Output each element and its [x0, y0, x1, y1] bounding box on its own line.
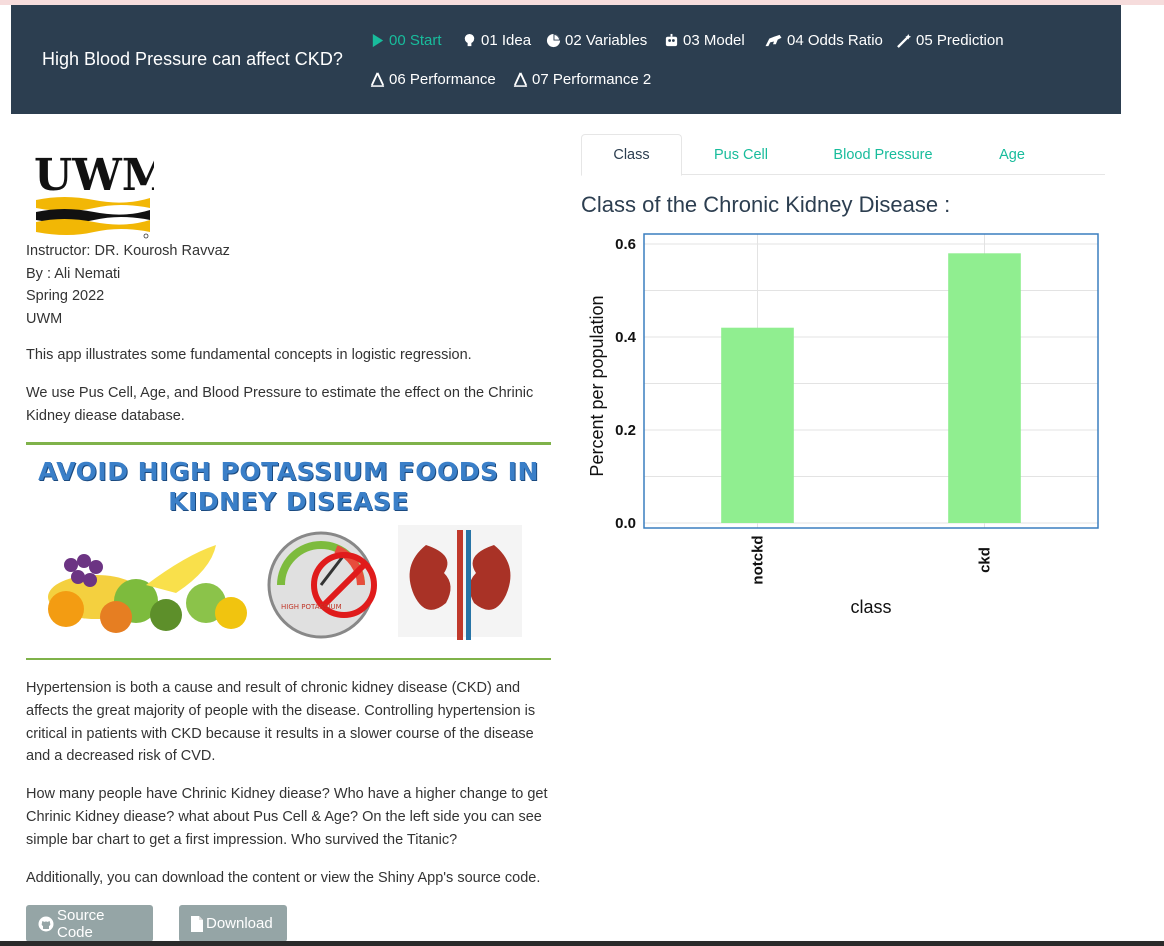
x-axis-label: class	[850, 597, 891, 617]
download-button[interactable]: Download	[179, 905, 287, 942]
additional-paragraph: Additionally, you can download the conte…	[26, 870, 541, 886]
tab-label: 02 Variables	[565, 32, 648, 49]
tab-label: 00 Start	[389, 32, 442, 49]
term-text: Spring 2022	[26, 288, 105, 304]
usage-paragraph: We use Pus Cell, Age, and Blood Pressure…	[26, 385, 534, 424]
banner-title: AVOID HIGH POTASSIUM FOODS IN KIDNEY DIS…	[38, 457, 539, 516]
tab-label: 04 Odds Ratio	[787, 32, 883, 49]
chart-grid	[644, 234, 1098, 528]
drafting-compass-icon	[513, 72, 528, 87]
class-bar-chart: 0.0 0.2 0.4 0.6 notckd ckd Percent per popul…	[587, 233, 1099, 617]
gauge-label: HIGH POTASSIUM	[281, 603, 342, 611]
questions-paragraph: How many people have Chrinic Kidney diea…	[26, 786, 548, 848]
drafting-compass-icon	[370, 72, 385, 87]
page-bottom-bar	[0, 941, 1164, 946]
plot-frame	[643, 233, 1099, 529]
y-tick-label: 0.6	[615, 236, 636, 253]
author-info: Instructor: DR. Kourosh Ravvaz By : Ali …	[26, 240, 230, 330]
tab-label: 03 Model	[683, 32, 745, 49]
github-icon	[38, 916, 54, 932]
tab-blood-pressure[interactable]: Blood Pressure	[800, 134, 966, 175]
source-code-button[interactable]: Source Code	[26, 905, 153, 942]
tab-label: 07 Performance 2	[532, 71, 652, 88]
tab-01-idea[interactable]: 01 Idea	[462, 32, 531, 49]
lightbulb-icon	[462, 33, 477, 48]
potassium-banner-image: AVOID HIGH POTASSIUM FOODS IN KIDNEY DIS…	[26, 442, 551, 660]
pie-chart-icon	[546, 33, 561, 48]
chart-heading: Class of the Chronic Kidney Disease :	[581, 192, 951, 217]
robot-icon	[664, 33, 679, 48]
logo-text: UWM	[34, 150, 154, 201]
tab-pus-cell[interactable]: Pus Cell	[682, 134, 800, 175]
tab-04-odds-ratio[interactable]: 04 Odds Ratio	[764, 32, 883, 49]
banner-illustration: HIGH POTASSIUM	[48, 525, 522, 640]
x-tick-label-notckd: notckd	[750, 535, 767, 584]
file-icon	[191, 915, 203, 932]
x-tick-labels: notckd ckd	[750, 535, 994, 584]
tab-class[interactable]: Class	[581, 134, 682, 176]
uwm-logo: UWM	[34, 150, 171, 240]
y-tick-labels: 0.0 0.2 0.4 0.6	[615, 236, 637, 532]
chart-bars	[721, 253, 1021, 524]
chart-tabs: Class Pus Cell Blood Pressure Age	[581, 134, 1105, 176]
y-tick-label: 0.0	[615, 515, 636, 532]
tab-00-start[interactable]: 00 Start	[370, 32, 442, 49]
horse-icon	[764, 33, 783, 48]
instructor-text: Instructor: DR. Kourosh Ravvaz	[26, 243, 230, 259]
intro-paragraph: This app illustrates some fundamental co…	[26, 347, 472, 363]
bar-notckd	[721, 327, 794, 523]
tab-03-model[interactable]: 03 Model	[664, 32, 745, 49]
y-axis-label: Percent per population	[587, 295, 607, 476]
x-tick-label-ckd: ckd	[977, 547, 994, 573]
tab-age[interactable]: Age	[966, 134, 1058, 175]
source-code-label: Source Code	[57, 906, 105, 941]
author-text: By : Ali Nemati	[26, 265, 121, 282]
navbar: High Blood Pressure can affect CKD? 00 S…	[11, 5, 1121, 114]
tab-label: 05 Prediction	[916, 32, 1004, 49]
app-title: High Blood Pressure can affect CKD?	[42, 49, 343, 69]
tab-05-prediction[interactable]: 05 Prediction	[897, 32, 1004, 49]
tab-label: 01 Idea	[481, 32, 532, 49]
magic-wand-icon	[897, 33, 912, 48]
y-tick-label: 0.4	[615, 329, 637, 346]
bar-ckd	[948, 253, 1021, 524]
tab-02-variables[interactable]: 02 Variables	[546, 32, 647, 49]
tab-06-performance[interactable]: 06 Performance	[370, 71, 496, 88]
download-label: Download	[206, 915, 273, 932]
tab-07-performance-2[interactable]: 07 Performance 2	[513, 71, 651, 88]
play-icon	[370, 33, 385, 48]
school-text: UWM	[26, 310, 63, 327]
tab-label: 06 Performance	[389, 71, 496, 88]
y-tick-label: 0.2	[615, 422, 636, 439]
hypertension-paragraph: Hypertension is both a cause and result …	[26, 680, 536, 765]
